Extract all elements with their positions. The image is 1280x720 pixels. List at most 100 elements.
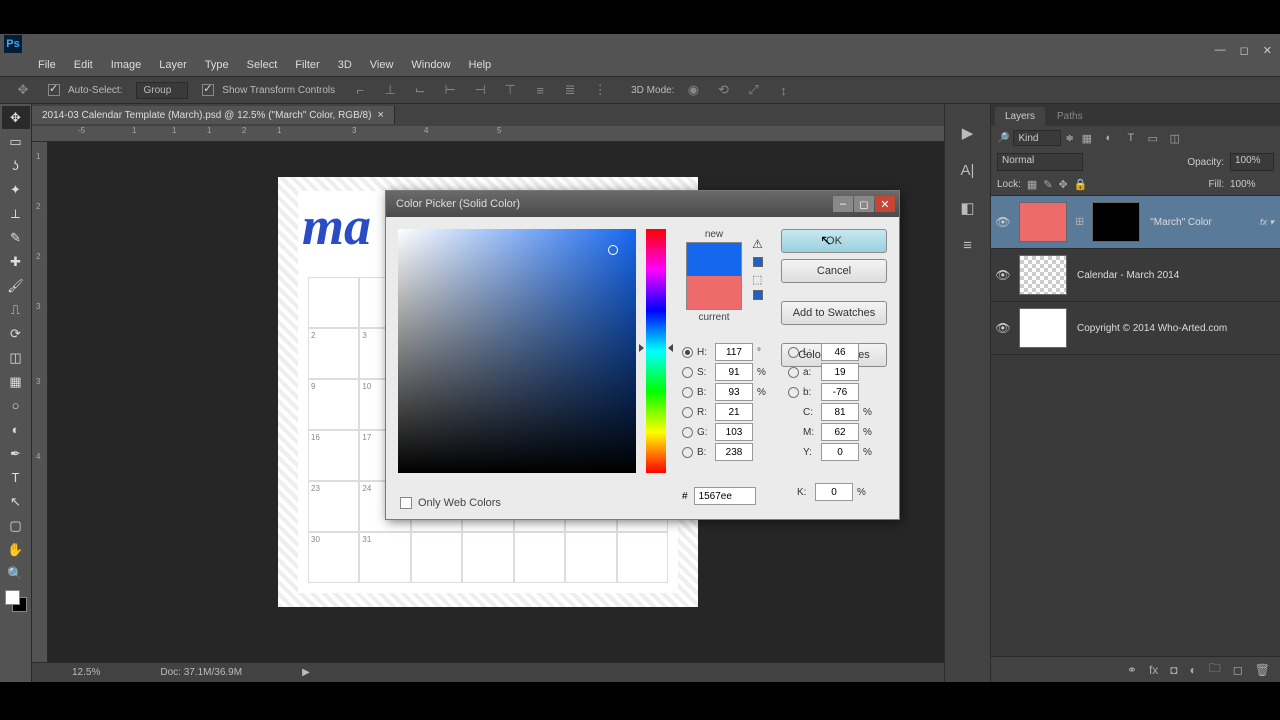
websafe-icon[interactable]: ⬚	[752, 273, 763, 284]
zoom-tool[interactable]: 🔍	[2, 562, 30, 585]
fx-icon[interactable]: fx ▾	[1260, 217, 1280, 228]
filter-shape-icon[interactable]: ▭	[1144, 129, 1162, 147]
saturation-brightness-field[interactable]	[398, 229, 636, 473]
maximize-button[interactable]: ◻	[1240, 44, 1249, 57]
3d-icon[interactable]: ↕	[772, 79, 794, 101]
lock-trans-icon[interactable]: ▦	[1027, 178, 1037, 191]
layer-name[interactable]: Calendar - March 2014	[1071, 270, 1280, 281]
move-tool[interactable]: ✥	[2, 106, 30, 129]
layer-thumb[interactable]	[1019, 255, 1067, 295]
bch-radio[interactable]	[682, 447, 693, 458]
dodge-tool[interactable]: ◐	[2, 418, 30, 441]
hex-input[interactable]	[694, 487, 756, 505]
visibility-eye-icon[interactable]: 👁	[991, 268, 1015, 282]
menu-file[interactable]: File	[30, 57, 64, 73]
menu-window[interactable]: Window	[403, 57, 458, 73]
y-input[interactable]	[821, 443, 859, 461]
blab-input[interactable]	[821, 383, 859, 401]
dialog-titlebar[interactable]: Color Picker (Solid Color) – ◻ ✕	[386, 191, 899, 217]
add-swatches-button[interactable]: Add to Swatches	[781, 301, 887, 325]
lock-pos-icon[interactable]: ✥	[1059, 178, 1068, 191]
eraser-tool[interactable]: ◫	[2, 346, 30, 369]
m-input[interactable]	[821, 423, 859, 441]
fx-button-icon[interactable]: fx	[1149, 663, 1158, 677]
shape-tool[interactable]: ▢	[2, 514, 30, 537]
wand-tool[interactable]: ✦	[2, 178, 30, 201]
autoselect-check[interactable]	[48, 84, 60, 96]
3d-icon[interactable]: ⤢	[742, 79, 764, 101]
document-tab[interactable]: 2014-03 Calendar Template (March).psd @ …	[32, 106, 395, 124]
menu-layer[interactable]: Layer	[151, 57, 195, 73]
a-input[interactable]	[821, 363, 859, 381]
align-icon[interactable]: ⌐	[349, 79, 371, 101]
stamp-tool[interactable]: ⎍	[2, 298, 30, 321]
align-icon[interactable]: ⊣	[469, 79, 491, 101]
visibility-eye-icon[interactable]: 👁	[991, 215, 1015, 229]
bch-input[interactable]	[715, 443, 753, 461]
websafe-swatch[interactable]	[753, 290, 763, 300]
l-radio[interactable]	[788, 347, 799, 358]
b-radio[interactable]	[682, 387, 693, 398]
menu-help[interactable]: Help	[461, 57, 500, 73]
sb-cursor[interactable]	[608, 245, 618, 255]
mask-button-icon[interactable]: ◘	[1170, 663, 1177, 677]
layer-row[interactable]: 👁 Copyright © 2014 Who-Arted.com	[991, 302, 1280, 355]
brush-tool[interactable]: 🖌	[2, 274, 30, 297]
color-swatch[interactable]	[5, 590, 27, 612]
blend-mode[interactable]: Normal	[997, 153, 1083, 171]
filter-smart-icon[interactable]: ◫	[1166, 129, 1184, 147]
g-radio[interactable]	[682, 427, 693, 438]
group-button-icon[interactable]: 🗀	[1209, 659, 1221, 680]
layer-thumb[interactable]	[1019, 308, 1067, 348]
distribute-icon[interactable]: ≡	[529, 79, 551, 101]
close-button[interactable]: ✕	[1263, 44, 1272, 57]
c-input[interactable]	[821, 403, 859, 421]
search-icon[interactable]: 🔎	[997, 133, 1009, 144]
align-icon[interactable]: ⊤	[499, 79, 521, 101]
h-input[interactable]	[715, 343, 753, 361]
3d-icon[interactable]: ◉	[682, 79, 704, 101]
menu-edit[interactable]: Edit	[66, 57, 101, 73]
paths-tab[interactable]: Paths	[1047, 107, 1093, 126]
autoselect-dropdown[interactable]: Group	[136, 82, 188, 99]
a-radio[interactable]	[788, 367, 799, 378]
blur-tool[interactable]: ○	[2, 394, 30, 417]
s-input[interactable]	[715, 363, 753, 381]
lasso-tool[interactable]: ʖ	[2, 154, 30, 177]
link-icon[interactable]: ⚭	[1127, 663, 1137, 677]
blab-radio[interactable]	[788, 387, 799, 398]
menu-filter[interactable]: Filter	[287, 57, 327, 73]
hue-slider[interactable]	[646, 229, 666, 473]
g-input[interactable]	[715, 423, 753, 441]
pen-tool[interactable]: ✒	[2, 442, 30, 465]
hue-cursor[interactable]	[641, 344, 671, 350]
dialog-close-icon[interactable]: ✕	[875, 196, 895, 212]
h-radio[interactable]	[682, 347, 693, 358]
minimize-button[interactable]: —	[1215, 44, 1226, 57]
crop-tool[interactable]: ⟂	[2, 202, 30, 225]
history-tool[interactable]: ⟳	[2, 322, 30, 345]
adjust-button-icon[interactable]: ◐	[1190, 663, 1197, 677]
dialog-min-icon[interactable]: –	[833, 196, 853, 212]
menu-select[interactable]: Select	[239, 57, 286, 73]
layer-name[interactable]: Copyright © 2014 Who-Arted.com	[1071, 323, 1280, 334]
dialog-max-icon[interactable]: ◻	[854, 196, 874, 212]
r-radio[interactable]	[682, 407, 693, 418]
b-input[interactable]	[715, 383, 753, 401]
web-only-checkbox[interactable]	[400, 497, 412, 509]
r-input[interactable]	[715, 403, 753, 421]
gamut-swatch[interactable]	[753, 257, 763, 267]
fill-input[interactable]: 100%	[1230, 179, 1274, 190]
layers-tab[interactable]: Layers	[995, 107, 1045, 126]
filter-type-icon[interactable]: T	[1122, 129, 1140, 147]
distribute-icon[interactable]: ≣	[559, 79, 581, 101]
history-panel-icon[interactable]: ▶	[962, 124, 974, 142]
marquee-tool[interactable]: ▭	[2, 130, 30, 153]
menu-view[interactable]: View	[362, 57, 402, 73]
type-tool[interactable]: T	[2, 466, 30, 489]
tab-close-icon[interactable]: ×	[377, 109, 383, 121]
opacity-input[interactable]: 100%	[1230, 153, 1274, 171]
status-arrow-icon[interactable]: ▶	[302, 667, 310, 678]
swatches-panel-icon[interactable]: ◧	[960, 199, 974, 217]
path-tool[interactable]: ↖	[2, 490, 30, 513]
